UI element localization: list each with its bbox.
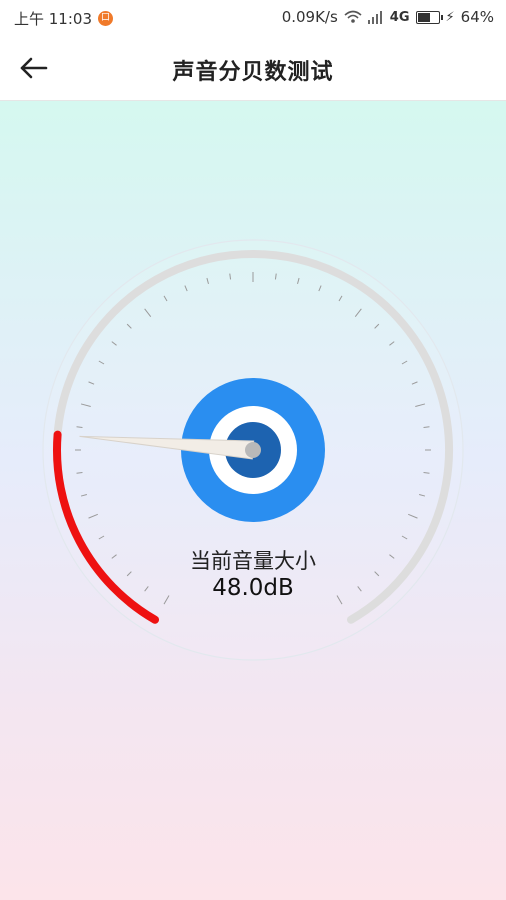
status-bar: 上午 11:03 口 0.09K/s 4G ⚡ 64% bbox=[0, 0, 506, 36]
battery-percent: 64% bbox=[460, 8, 494, 26]
meter-area: 当前音量大小 48.0dB bbox=[0, 101, 506, 900]
meter-value: 48.0dB bbox=[212, 575, 294, 601]
page-title: 声音分贝数测试 bbox=[172, 60, 334, 85]
needle-pivot bbox=[245, 442, 261, 458]
battery-icon bbox=[415, 10, 443, 24]
app-header: 声音分贝数测试 bbox=[0, 36, 506, 101]
status-time: 上午 11:03 bbox=[14, 10, 92, 28]
charging-icon: ⚡ bbox=[445, 9, 455, 25]
notification-icon: 口 bbox=[98, 11, 113, 26]
signal-icon bbox=[367, 10, 382, 24]
net-speed: 0.09K/s bbox=[281, 8, 338, 26]
decibel-gauge bbox=[42, 239, 464, 661]
network-type: 4G bbox=[389, 9, 410, 25]
wifi-icon bbox=[344, 10, 362, 23]
meter-caption: 当前音量大小 bbox=[190, 549, 316, 573]
